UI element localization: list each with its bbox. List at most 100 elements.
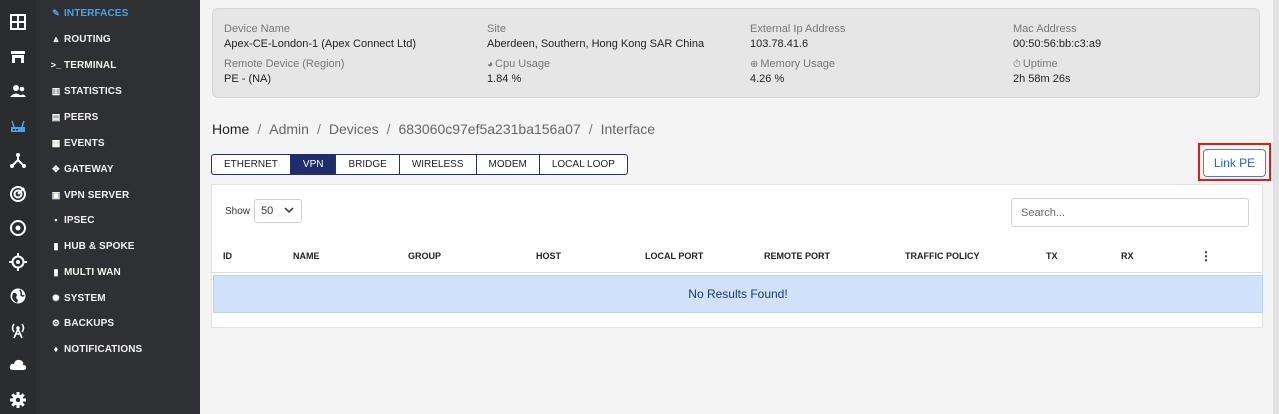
column-header-group[interactable]: GROUP bbox=[408, 251, 441, 261]
sidebar-item-label: IPSEC bbox=[64, 214, 95, 226]
breadcrumb-separator: / bbox=[588, 121, 593, 137]
tab-modem[interactable]: MODEM bbox=[477, 155, 540, 174]
cloud-icon[interactable] bbox=[0, 348, 36, 382]
uptime-field: ⏱ Uptime 2h 58m 26s bbox=[1013, 58, 1070, 85]
memory-usage-label: Memory Usage bbox=[760, 58, 835, 70]
radar-icon[interactable] bbox=[0, 177, 36, 211]
show-entries-label: Show bbox=[225, 206, 251, 217]
column-header-remote-port[interactable]: REMOTE PORT bbox=[764, 251, 830, 261]
sidebar-item-routing[interactable]: ⩓ ROUTING bbox=[50, 29, 111, 49]
tab-vpn[interactable]: VPN bbox=[290, 155, 337, 174]
search-input[interactable] bbox=[1011, 198, 1249, 227]
page-size-select[interactable]: 50 bbox=[254, 199, 302, 223]
device-name-value: Apex-CE-London-1 (Apex Connect Ltd) bbox=[224, 38, 416, 50]
sidebar-item-terminal[interactable]: >_ TERMINAL bbox=[50, 55, 117, 75]
column-header-local-port[interactable]: LOCAL PORT bbox=[645, 251, 703, 261]
routing-icon: ⩓ bbox=[53, 33, 59, 44]
column-header-tx[interactable]: TX bbox=[1046, 251, 1058, 261]
breadcrumb-interface: Interface bbox=[600, 121, 656, 137]
sidebar-item-backups[interactable]: ⚙ BACKUPS bbox=[50, 313, 114, 333]
breadcrumb: Home / Admin / Devices / 683060c97ef5a23… bbox=[212, 121, 655, 137]
sidebar-item-label: TERMINAL bbox=[64, 59, 117, 71]
site-field: Site Aberdeen, Southern, Hong Kong SAR C… bbox=[487, 23, 704, 50]
tab-wireless[interactable]: WIRELESS bbox=[400, 155, 477, 174]
device-info-panel: Device Name Apex-CE-London-1 (Apex Conne… bbox=[212, 8, 1260, 98]
sidebar-item-statistics[interactable]: ▥ STATISTICS bbox=[50, 81, 122, 101]
mac-address-label: Mac Address bbox=[1013, 23, 1077, 35]
column-header-rx[interactable]: RX bbox=[1121, 251, 1134, 261]
sidebar-item-label: BACKUPS bbox=[64, 317, 115, 329]
memory-usage-field: ⊕ Memory Usage 4.26 % bbox=[750, 58, 835, 85]
multi-wan-icon: ▮ bbox=[53, 266, 59, 277]
breadcrumb-home[interactable]: Home bbox=[212, 121, 249, 137]
column-header-host[interactable]: HOST bbox=[536, 251, 561, 261]
breadcrumb-separator: / bbox=[316, 121, 321, 137]
crosshair-icon[interactable] bbox=[0, 245, 36, 279]
sidebar-item-system[interactable]: ✺ SYSTEM bbox=[50, 288, 106, 308]
events-icon: ▦ bbox=[51, 137, 61, 148]
sidebar-item-label: SYSTEM bbox=[64, 292, 106, 304]
mac-address-field: Mac Address 00:50:56:bb:c3:a9 bbox=[1013, 23, 1101, 50]
sidebar-item-label: INTERFACES bbox=[64, 7, 129, 19]
terminal-icon: >_ bbox=[50, 60, 62, 70]
external-ip-field: External Ip Address 103.78.41.6 bbox=[750, 23, 845, 50]
sidebar-item-peers[interactable]: ▤ PEERS bbox=[50, 107, 99, 127]
peers-icon: ▤ bbox=[51, 111, 61, 122]
icon-rail bbox=[0, 0, 36, 414]
breadcrumb-admin[interactable]: Admin bbox=[269, 121, 309, 137]
sidebar-item-label: HUB & SPOKE bbox=[64, 240, 135, 252]
sidebar-item-ipsec[interactable]: ▪ IPSEC bbox=[50, 210, 95, 230]
target-icon[interactable] bbox=[0, 211, 36, 245]
interface-tabs: ETHERNET VPN BRIDGE WIRELESS MODEM LOCAL… bbox=[211, 154, 628, 175]
store-icon[interactable] bbox=[0, 40, 36, 74]
sidebar-item-multi-wan[interactable]: ▮ MULTI WAN bbox=[50, 262, 121, 282]
breadcrumb-devices[interactable]: Devices bbox=[329, 121, 379, 137]
breadcrumb-device-id[interactable]: 683060c97ef5a231ba156a07 bbox=[399, 121, 581, 137]
sidebar-item-label: PEERS bbox=[64, 111, 99, 123]
sidebar-item-label: NOTIFICATIONS bbox=[64, 343, 143, 355]
header-divider bbox=[212, 272, 1262, 273]
link-pe-button[interactable]: Link PE bbox=[1203, 149, 1266, 177]
cpu-usage-label: Cpu Usage bbox=[495, 58, 551, 70]
scrollbar-track[interactable] bbox=[1273, 0, 1279, 414]
interfaces-icon: ✎ bbox=[52, 7, 60, 18]
statistics-icon: ▥ bbox=[51, 85, 61, 96]
sidebar-item-label: GATEWAY bbox=[64, 163, 114, 175]
vpn-table-panel: Show 50 ID NAME GROUP HOST LOCAL PORT RE… bbox=[211, 184, 1263, 328]
router-icon[interactable] bbox=[0, 109, 36, 143]
external-ip-label: External Ip Address bbox=[750, 23, 846, 35]
gauge-icon: ◕ bbox=[487, 59, 494, 70]
sidebar-item-events[interactable]: ▦ EVENTS bbox=[50, 133, 105, 153]
tab-local-loop[interactable]: LOCAL LOOP bbox=[540, 155, 627, 174]
tab-bridge[interactable]: BRIDGE bbox=[336, 155, 400, 174]
sidebar-item-notifications[interactable]: ♦ NOTIFICATIONS bbox=[50, 339, 143, 359]
sidebar-item-hub-spoke[interactable]: ▮ HUB & SPOKE bbox=[50, 236, 135, 256]
column-header-id[interactable]: ID bbox=[223, 251, 232, 261]
device-name-field: Device Name Apex-CE-London-1 (Apex Conne… bbox=[224, 23, 416, 50]
more-options-icon[interactable]: ⋮ bbox=[1200, 249, 1212, 263]
gateway-icon: ✥ bbox=[52, 163, 60, 174]
dashboard-icon[interactable] bbox=[0, 5, 36, 39]
empty-state-message: No Results Found! bbox=[213, 275, 1263, 313]
sidebar-item-vpn-server[interactable]: ▣ VPN SERVER bbox=[50, 185, 130, 205]
settings-icon[interactable] bbox=[0, 383, 36, 414]
cpu-usage-field: ◕ Cpu Usage 1.84 % bbox=[487, 58, 550, 85]
sidebar-item-label: VPN SERVER bbox=[64, 189, 130, 201]
chevron-down-icon bbox=[284, 205, 294, 218]
stopwatch-icon: ⏱ bbox=[1013, 59, 1021, 70]
globe-icon[interactable] bbox=[0, 279, 36, 313]
memory-icon: ⊕ bbox=[750, 59, 759, 70]
device-name-label: Device Name bbox=[224, 23, 291, 35]
site-label: Site bbox=[487, 23, 506, 35]
column-header-name[interactable]: NAME bbox=[293, 251, 320, 261]
cpu-usage-value: 1.84 % bbox=[487, 73, 522, 85]
notifications-icon: ♦ bbox=[53, 344, 59, 354]
column-header-traffic-policy[interactable]: TRAFFIC POLICY bbox=[905, 251, 980, 261]
antenna-icon[interactable] bbox=[0, 313, 36, 347]
sidebar-item-label: EVENTS bbox=[64, 137, 105, 149]
tab-ethernet[interactable]: ETHERNET bbox=[212, 155, 291, 174]
sidebar-item-gateway[interactable]: ✥ GATEWAY bbox=[50, 159, 114, 179]
users-icon[interactable] bbox=[0, 74, 36, 108]
sidebar-item-interfaces[interactable]: ✎ INTERFACES bbox=[50, 3, 128, 23]
network-icon[interactable] bbox=[0, 143, 36, 177]
